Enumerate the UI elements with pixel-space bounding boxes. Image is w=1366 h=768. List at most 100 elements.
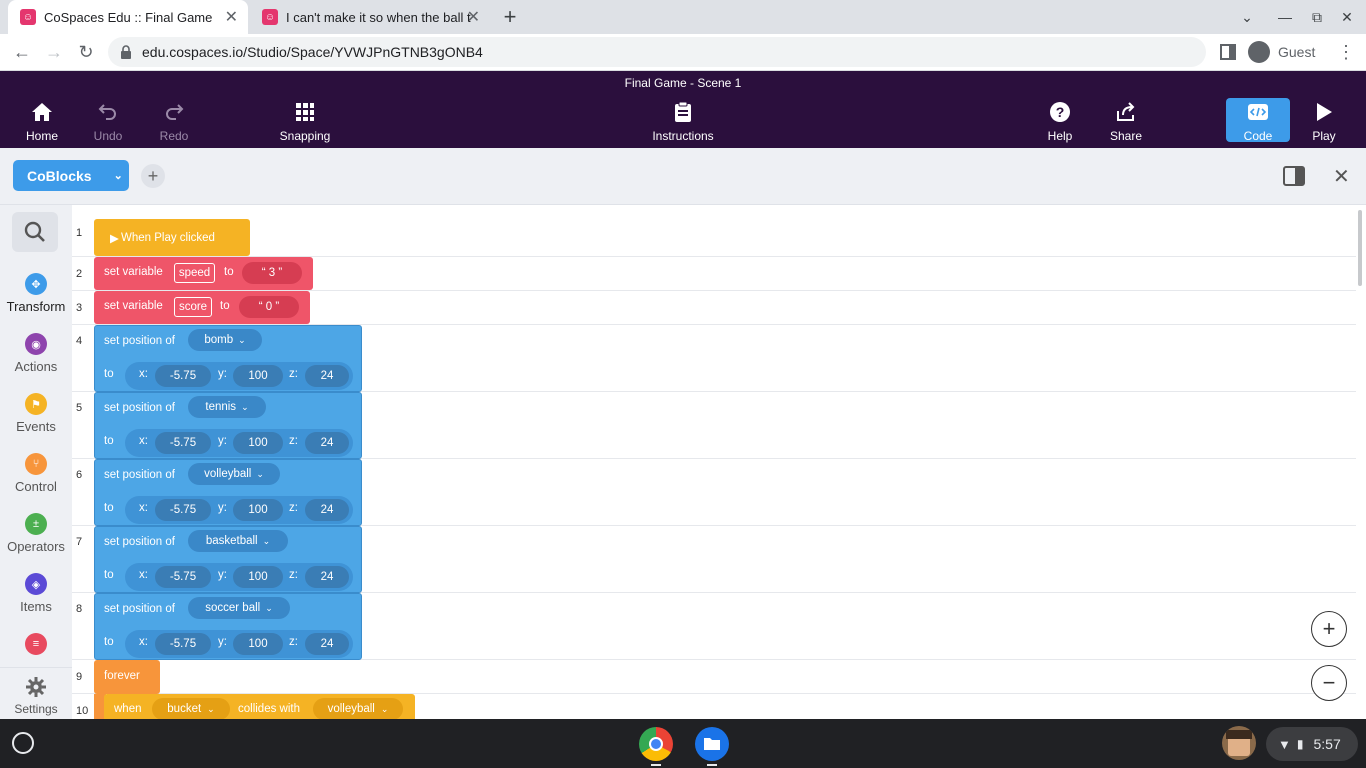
clock-time: 5:57 bbox=[1313, 736, 1341, 752]
close-tab-icon[interactable]: ✕ bbox=[467, 7, 480, 27]
add-script-button[interactable]: + bbox=[141, 164, 165, 188]
x-axis-label: x: bbox=[139, 569, 148, 581]
reload-icon[interactable]: ↻ bbox=[74, 40, 98, 64]
collision-object-b-dropdown[interactable]: volleyball ⌄ bbox=[313, 698, 403, 719]
profile-button[interactable]: Guest bbox=[1244, 37, 1330, 67]
y-value-field[interactable]: 100 bbox=[233, 633, 283, 655]
panel-toggle-icon[interactable] bbox=[1283, 166, 1305, 191]
set-position-block[interactable]: set position of volleyball ⌄ to x: -5.75 y: 100… bbox=[94, 459, 362, 526]
item-dropdown[interactable]: bomb ⌄ bbox=[188, 329, 262, 351]
new-tab-button[interactable]: + bbox=[498, 4, 522, 29]
code-canvas[interactable]: 1 2 3 4 5 6 7 8 9 10 ▶ When Play clicked set vari… bbox=[72, 205, 1366, 719]
tab-search-icon[interactable]: ⌄ bbox=[1236, 6, 1258, 28]
browser-tab-active[interactable]: ☺ CoSpaces Edu :: Final Game ✕ bbox=[8, 0, 248, 34]
z-value-field[interactable]: 24 bbox=[305, 432, 349, 454]
y-value-field[interactable]: 100 bbox=[233, 365, 283, 387]
category-control[interactable]: ⑂ Control bbox=[0, 453, 72, 494]
item-dropdown[interactable]: basketball ⌄ bbox=[188, 530, 288, 552]
close-tab-icon[interactable]: ✕ bbox=[225, 7, 238, 27]
y-axis-label: y: bbox=[218, 569, 227, 581]
forward-icon[interactable]: → bbox=[42, 40, 66, 64]
set-position-block[interactable]: set position of bomb ⌄ to x: -5.75 y: 100 z: 24 bbox=[94, 325, 362, 392]
to-label: to bbox=[104, 569, 114, 581]
category-label: Actions bbox=[14, 359, 58, 374]
block-search-button[interactable] bbox=[12, 212, 58, 252]
profile-label: Guest bbox=[1278, 44, 1316, 60]
url-input[interactable]: edu.cospaces.io/Studio/Space/YVWJPnGTNB3… bbox=[108, 37, 1206, 67]
chevron-down-icon: ⌄ bbox=[256, 468, 264, 479]
share-button[interactable]: Share bbox=[1091, 99, 1161, 143]
item-dropdown[interactable]: volleyball ⌄ bbox=[188, 463, 280, 485]
collision-object-a-dropdown[interactable]: bucket ⌄ bbox=[152, 698, 230, 719]
zoom-in-button[interactable]: + bbox=[1311, 611, 1347, 647]
when-play-clicked-block[interactable]: ▶ When Play clicked bbox=[94, 219, 250, 256]
maximize-icon[interactable]: ⧉ bbox=[1306, 6, 1328, 28]
category-items[interactable]: ◈ Items bbox=[0, 573, 72, 614]
category-operators[interactable]: ± Operators bbox=[0, 513, 72, 554]
variable-value-field[interactable]: “ 3 ” bbox=[242, 262, 302, 284]
line-number: 10 bbox=[76, 705, 89, 717]
coblocks-tab-dropdown[interactable]: CoBlocks ⌄ bbox=[13, 160, 129, 191]
x-value-field[interactable]: -5.75 bbox=[155, 365, 211, 387]
variable-name-field[interactable]: score bbox=[174, 297, 212, 317]
browser-menu-icon[interactable]: ⋮ bbox=[1334, 40, 1358, 64]
minimize-icon[interactable]: — bbox=[1274, 6, 1296, 28]
line-number: 3 bbox=[76, 302, 83, 314]
zoom-out-button[interactable]: − bbox=[1311, 665, 1347, 701]
set-variable-block[interactable]: set variable speed to “ 3 ” bbox=[94, 257, 313, 290]
set-position-block[interactable]: set position of basketball ⌄ to x: -5.75 y: 100… bbox=[94, 526, 362, 593]
side-panel-icon[interactable] bbox=[1216, 40, 1240, 64]
set-position-block[interactable]: set position of soccer ball ⌄ to x: -5.75 y: 10… bbox=[94, 593, 362, 660]
z-value-field[interactable]: 24 bbox=[305, 365, 349, 387]
home-button[interactable]: Home bbox=[7, 99, 77, 143]
chrome-icon[interactable] bbox=[639, 727, 673, 761]
forever-label: forever bbox=[104, 670, 140, 682]
set-position-block[interactable]: set position of tennis ⌄ to x: -5.75 y: 100 z: 24 bbox=[94, 392, 362, 459]
list-icon: ≡ bbox=[25, 633, 47, 655]
category-transform[interactable]: ✥ Transform bbox=[0, 273, 72, 314]
category-partial-hidden[interactable]: ≡ bbox=[0, 633, 72, 659]
variable-value-field[interactable]: “ 0 ” bbox=[239, 296, 299, 318]
y-value-field[interactable]: 100 bbox=[233, 499, 283, 521]
item-dropdown[interactable]: soccer ball ⌄ bbox=[188, 597, 290, 619]
y-value-field[interactable]: 100 bbox=[233, 432, 283, 454]
back-icon[interactable]: ← bbox=[10, 40, 34, 64]
instructions-button[interactable]: Instructions bbox=[648, 99, 718, 143]
category-actions[interactable]: ◉ Actions bbox=[0, 333, 72, 374]
y-value-field[interactable]: 100 bbox=[233, 566, 283, 588]
x-axis-label: x: bbox=[139, 502, 148, 514]
help-button[interactable]: ? Help bbox=[1025, 99, 1095, 143]
browser-tab-inactive[interactable]: ☺ I can't make it so when the ball t ✕ bbox=[250, 0, 490, 34]
settings-button[interactable]: Settings bbox=[0, 667, 72, 719]
y-axis-label: y: bbox=[218, 502, 227, 514]
launcher-icon[interactable] bbox=[12, 732, 34, 754]
item-dropdown[interactable]: tennis ⌄ bbox=[188, 396, 266, 418]
line-number: 7 bbox=[76, 536, 83, 548]
code-button[interactable]: Code bbox=[1223, 99, 1293, 143]
line-number: 8 bbox=[76, 603, 83, 615]
category-events[interactable]: ⚑ Events bbox=[0, 393, 72, 434]
chevron-down-icon: ⌄ bbox=[262, 535, 271, 546]
play-button[interactable]: Play bbox=[1289, 99, 1359, 143]
user-avatar[interactable] bbox=[1222, 726, 1256, 760]
x-value-field[interactable]: -5.75 bbox=[155, 633, 211, 655]
to-label: to bbox=[104, 435, 114, 447]
snapping-button[interactable]: Snapping bbox=[270, 99, 340, 143]
close-editor-icon[interactable]: ✕ bbox=[1333, 164, 1350, 189]
x-value-field[interactable]: -5.75 bbox=[155, 566, 211, 588]
variable-name-field[interactable]: speed bbox=[174, 263, 215, 283]
z-value-field[interactable]: 24 bbox=[305, 499, 349, 521]
x-value-field[interactable]: -5.75 bbox=[155, 499, 211, 521]
files-app-icon[interactable] bbox=[695, 727, 729, 761]
set-variable-block[interactable]: set variable score to “ 0 ” bbox=[94, 291, 310, 324]
z-value-field[interactable]: 24 bbox=[305, 633, 349, 655]
forever-block[interactable]: forever bbox=[94, 660, 160, 694]
close-window-icon[interactable]: ✕ bbox=[1336, 6, 1358, 28]
collision-event-block[interactable]: when bucket ⌄ collides with volleyball ⌄ bbox=[104, 694, 415, 719]
status-tray[interactable]: ▼ ▮ 5:57 bbox=[1266, 727, 1358, 761]
redo-button[interactable]: Redo bbox=[139, 99, 209, 143]
code-scrollbar[interactable] bbox=[1358, 210, 1362, 286]
x-value-field[interactable]: -5.75 bbox=[155, 432, 211, 454]
undo-button[interactable]: Undo bbox=[73, 99, 143, 143]
z-value-field[interactable]: 24 bbox=[305, 566, 349, 588]
